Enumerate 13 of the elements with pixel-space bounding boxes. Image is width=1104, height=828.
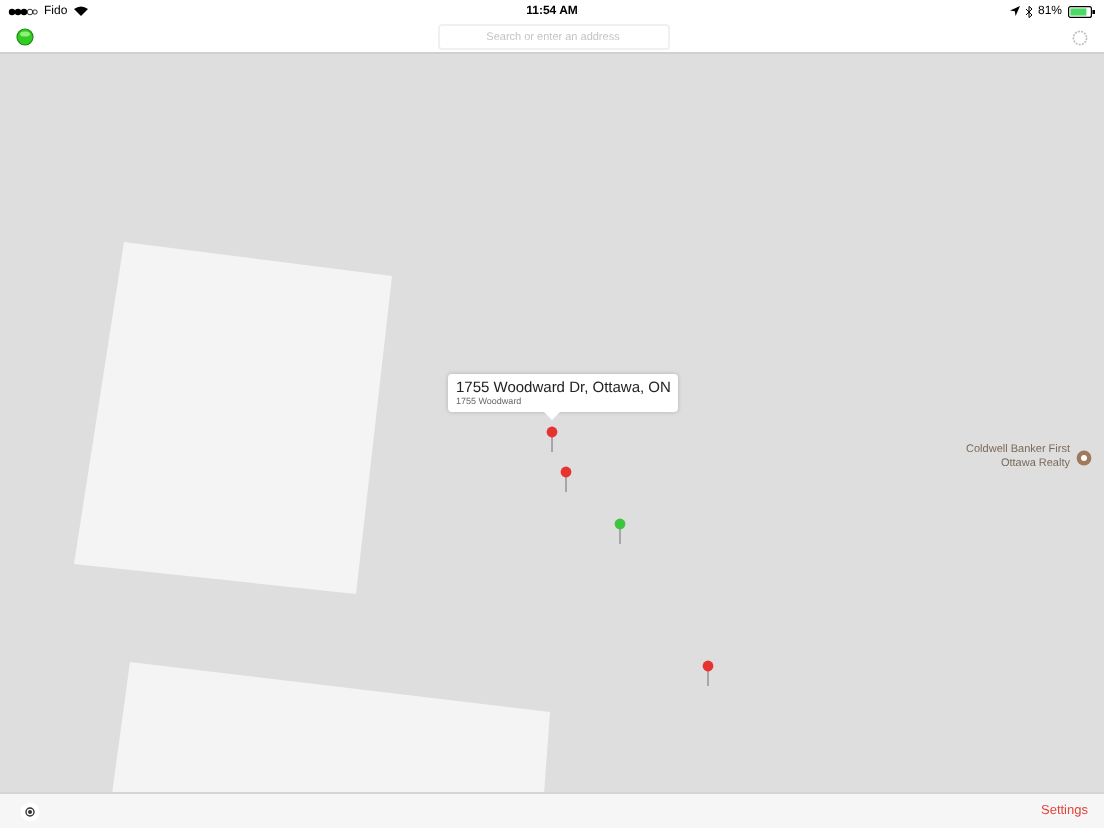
signal-icon [8, 7, 38, 15]
map-pin-icon[interactable] [546, 426, 558, 452]
wifi-icon [73, 6, 88, 16]
loading-spinner-icon [1072, 29, 1088, 45]
place-marker-icon[interactable] [1076, 449, 1092, 466]
map-pin-icon[interactable] [614, 518, 626, 544]
locate-icon[interactable] [20, 801, 40, 821]
map-pin-icon[interactable] [560, 466, 572, 492]
battery-icon [1068, 5, 1097, 17]
bluetooth-icon [1026, 5, 1032, 17]
map-pin-icon[interactable] [702, 660, 714, 686]
status-dot-icon[interactable] [16, 28, 34, 46]
location-arrow-icon [1010, 6, 1020, 16]
